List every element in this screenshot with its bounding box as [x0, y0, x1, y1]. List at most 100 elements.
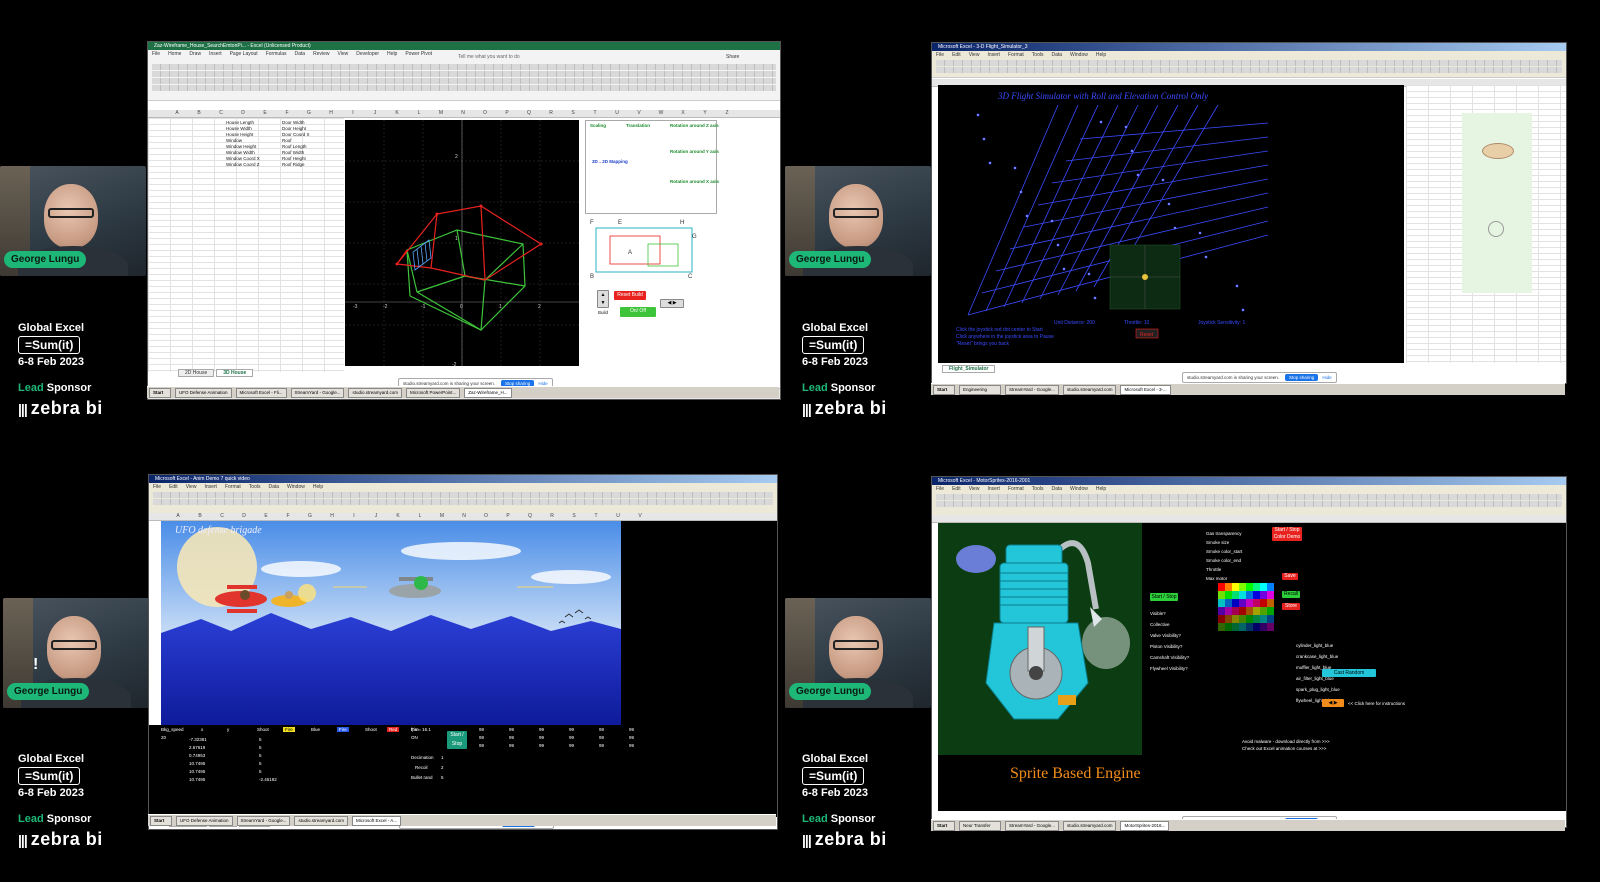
- taskbar-button[interactable]: UFO Defense Animation: [176, 816, 233, 826]
- flight-sim-view[interactable]: 3D Flight Simulator with Roll and Elevat…: [938, 85, 1404, 363]
- palette-swatch[interactable]: [1260, 591, 1267, 599]
- taskbar-button[interactable]: UFO Defense Animation: [175, 388, 232, 398]
- palette-swatch[interactable]: [1267, 599, 1274, 607]
- palette-swatch[interactable]: [1239, 615, 1246, 623]
- taskbar-button[interactable]: StreamYard - Google...: [290, 388, 345, 398]
- palette-swatch[interactable]: [1239, 599, 1246, 607]
- taskbar-button[interactable]: StreamYard - Google...: [236, 816, 291, 826]
- malware-note[interactable]: Avoid malware - download directly from >…: [1242, 739, 1330, 744]
- palette-swatch[interactable]: [1218, 591, 1225, 599]
- random-background-button[interactable]: Cast Random Background: [1322, 669, 1376, 684]
- palette-swatch[interactable]: [1260, 583, 1267, 591]
- hide-share-button[interactable]: Hide: [1322, 375, 1331, 380]
- palette-swatch[interactable]: [1225, 615, 1232, 623]
- palette-swatch[interactable]: [1267, 615, 1274, 623]
- toolbar[interactable]: File Edit View Insert Format Tools Data Window H…: [932, 485, 1566, 516]
- palette-swatch[interactable]: [1267, 607, 1274, 615]
- palette-swatch[interactable]: [1225, 583, 1232, 591]
- toolbar[interactable]: File Edit View Insert Format Tools Data Window H…: [149, 483, 777, 514]
- sheet-tab[interactable]: 2D House: [178, 369, 215, 377]
- recall-button[interactable]: Recall: [1282, 591, 1300, 598]
- palette-swatch[interactable]: [1225, 623, 1232, 631]
- ribbon-tab[interactable]: Formulas: [266, 51, 287, 57]
- ribbon-tab[interactable]: Page Layout: [230, 51, 258, 57]
- ribbon-tab[interactable]: Insert: [209, 51, 222, 57]
- palette-swatch[interactable]: [1232, 591, 1239, 599]
- sheet-tabs[interactable]: Flight_Simulator: [942, 365, 997, 373]
- share-button[interactable]: Share: [726, 54, 739, 60]
- orange-nav-buttons[interactable]: ◀ ▶: [1322, 699, 1344, 707]
- palette-swatch[interactable]: [1218, 623, 1225, 631]
- palette-swatch[interactable]: [1225, 599, 1232, 607]
- palette-swatch[interactable]: [1232, 583, 1239, 591]
- palette-swatch[interactable]: [1246, 607, 1253, 615]
- taskbar-button[interactable]: studio.streamyard.com: [1062, 821, 1117, 831]
- on-off-button[interactable]: On/ Off: [620, 307, 656, 317]
- sheet-tabs[interactable]: 2D House 3D House: [178, 369, 255, 377]
- taskbar-button[interactable]: Engineering: [959, 385, 1001, 395]
- engine-controls[interactable]: Gas transparency Smoke size Smoke color_st…: [1142, 523, 1566, 755]
- stop-sharing-button[interactable]: Stop sharing: [1285, 374, 1319, 381]
- ribbon-tab[interactable]: Data: [295, 51, 306, 57]
- palette-swatch[interactable]: [1239, 591, 1246, 599]
- palette-swatch[interactable]: [1260, 623, 1267, 631]
- palette-swatch[interactable]: [1253, 599, 1260, 607]
- palette-swatch[interactable]: [1246, 583, 1253, 591]
- palette-swatch[interactable]: [1253, 583, 1260, 591]
- reset-build-button[interactable]: Reset Build: [614, 291, 646, 300]
- taskbar-button[interactable]: StreamYard - Google...: [1005, 385, 1059, 395]
- start-button[interactable]: Start: [933, 821, 955, 831]
- build-scroll[interactable]: ◀ ▶: [660, 299, 684, 308]
- ribbon-tab[interactable]: Help: [387, 51, 397, 57]
- palette-swatch[interactable]: [1260, 615, 1267, 623]
- start-stop-button[interactable]: Start / Stop: [447, 731, 467, 749]
- start-stop-button[interactable]: Start / Stop: [1150, 593, 1178, 601]
- excel-window-house[interactable]: Zaz-Wireframe_House_SearchEmtonPi... - E…: [147, 41, 781, 400]
- ribbon-tab[interactable]: File: [152, 51, 160, 57]
- start-button[interactable]: Start: [150, 816, 172, 826]
- palette-swatch[interactable]: [1239, 583, 1246, 591]
- excel-window-ufo[interactable]: Microsoft Excel - Anim Demo 7 quick vide…: [148, 474, 778, 830]
- taskbar-button[interactable]: StreamYard - Google...: [1005, 821, 1059, 831]
- build-spinner[interactable]: ▲ ▼: [597, 290, 609, 308]
- color-demo-button[interactable]: Start / Stop Color Demo: [1272, 527, 1302, 541]
- palette-swatch[interactable]: [1260, 599, 1267, 607]
- excel-window-flight[interactable]: Microsoft Excel - 3-D Flight_Simulator_3…: [931, 42, 1567, 384]
- taskbar-button[interactable]: Zaz-Wireframe_H...: [464, 388, 512, 398]
- palette-swatch[interactable]: [1218, 615, 1225, 623]
- taskbar[interactable]: Start Neur Transfer StreamYard - Google...…: [931, 819, 1565, 831]
- palette-swatch[interactable]: [1232, 623, 1239, 631]
- palette-swatch[interactable]: [1246, 615, 1253, 623]
- taskbar-button[interactable]: Microsoft PowerPoint...: [406, 388, 461, 398]
- palette-swatch[interactable]: [1253, 623, 1260, 631]
- taskbar-button[interactable]: Microsoft Excel - 3-...: [1120, 385, 1171, 395]
- taskbar[interactable]: Start Engineering StreamYard - Google... st…: [931, 383, 1565, 395]
- palette-swatch[interactable]: [1253, 615, 1260, 623]
- ribbon-tab[interactable]: Review: [313, 51, 329, 57]
- control-panel[interactable]: Bkg_speed x y Shoot Fire Blue Fire Shoot Red Fire…: [149, 725, 777, 817]
- toolbar[interactable]: File Edit View Insert Format Tools Data Window H…: [932, 51, 1566, 78]
- tell-me-search[interactable]: Tell me what you want to do: [458, 54, 520, 60]
- palette-swatch[interactable]: [1239, 607, 1246, 615]
- palette-swatch[interactable]: [1267, 583, 1274, 591]
- save-button[interactable]: Save: [1282, 573, 1298, 580]
- store-button[interactable]: Store: [1282, 603, 1300, 610]
- palette-swatch[interactable]: [1225, 607, 1232, 615]
- palette-swatch[interactable]: [1246, 623, 1253, 631]
- palette-swatch[interactable]: [1267, 623, 1274, 631]
- palette-swatch[interactable]: [1253, 607, 1260, 615]
- palette-swatch[interactable]: [1260, 607, 1267, 615]
- ribbon-tab[interactable]: Developer: [356, 51, 379, 57]
- palette-swatch[interactable]: [1225, 591, 1232, 599]
- palette-swatch[interactable]: [1253, 591, 1260, 599]
- joystick-dot[interactable]: [1142, 274, 1148, 280]
- palette-swatch[interactable]: [1239, 623, 1246, 631]
- excel-window-engine[interactable]: Microsoft Excel - MotorSprites-2016-2001…: [931, 476, 1567, 828]
- start-button[interactable]: Start: [933, 385, 955, 395]
- color-palette[interactable]: [1218, 583, 1276, 631]
- ribbon-tab[interactable]: Draw: [189, 51, 201, 57]
- ufo-game-scene[interactable]: UFO defense brigade: [161, 521, 621, 725]
- sheet-tab[interactable]: 3D House: [216, 369, 254, 377]
- taskbar-button[interactable]: Microsoft Excel - Fli...: [235, 388, 287, 398]
- taskbar[interactable]: Start UFO Defense Animation Microsoft Exce…: [147, 386, 779, 398]
